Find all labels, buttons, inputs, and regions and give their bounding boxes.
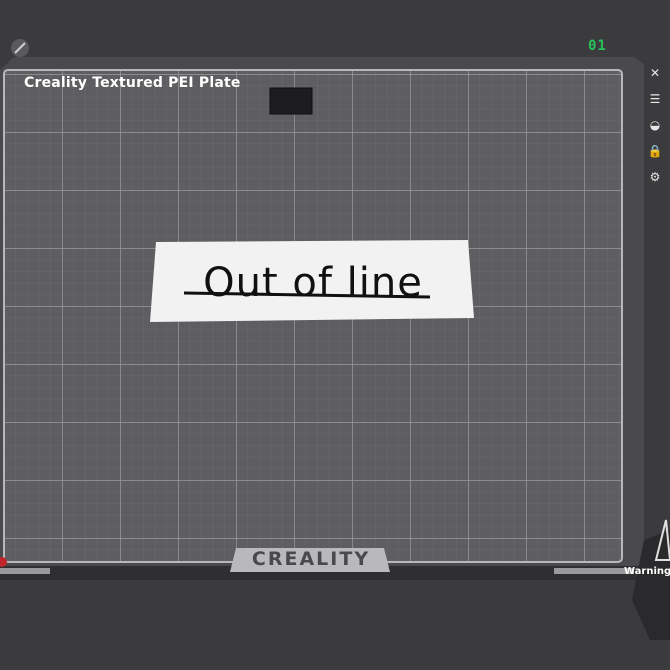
brand-logo-text: CREALITY: [251, 548, 371, 570]
plate-object: [269, 87, 313, 115]
pencil-icon[interactable]: [10, 38, 30, 58]
list-icon[interactable]: ☰: [642, 88, 668, 110]
model-label-face: [150, 240, 474, 322]
3d-viewport[interactable]: Creality Textured PEI Plate 01 Out of li…: [0, 0, 670, 670]
orient-icon[interactable]: ◒: [642, 114, 668, 136]
lock-icon[interactable]: 🔒: [642, 140, 668, 162]
warning-label: Warning: [624, 566, 670, 577]
plate-title: Creality Textured PEI Plate: [24, 75, 241, 91]
close-icon[interactable]: ✕: [642, 62, 668, 84]
settings-icon[interactable]: ⚙: [642, 166, 668, 188]
plate-number[interactable]: 01: [588, 38, 607, 54]
